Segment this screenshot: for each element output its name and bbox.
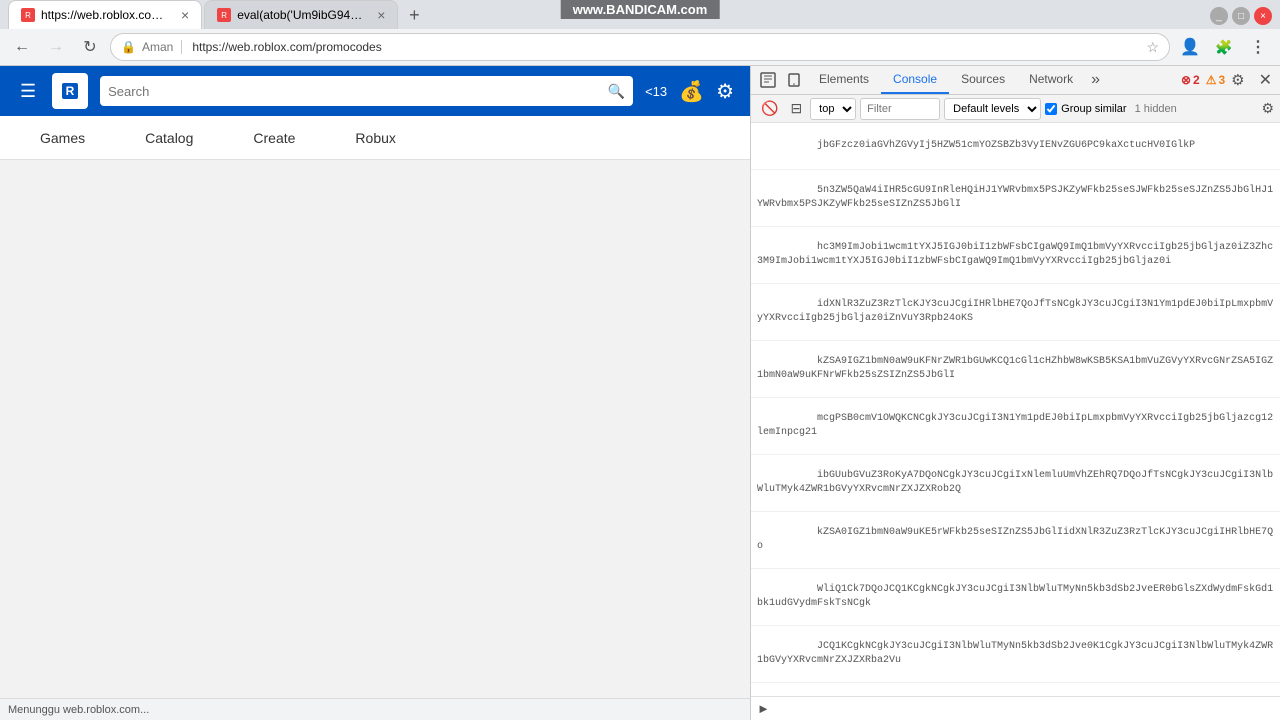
roblox-subnav: Games Catalog Create Robux [0,116,750,160]
tab-inactive[interactable]: R eval(atob('Um9ibG94LKh... × [204,0,398,29]
device-toolbar-btn[interactable] [781,67,807,93]
tab-sources[interactable]: Sources [949,66,1017,94]
address-bar: ← → ↻ 🔒 Aman https://web.roblox.com/prom… [0,29,1280,65]
tab-close-2[interactable]: × [377,7,385,23]
warn-badge: ⚠ 3 [1206,73,1225,87]
menu-button[interactable]: ⋮ [1244,33,1272,61]
roblox-navbar: ☰ R 🔍 <13 💰 ⚙ [0,66,750,116]
log-level-selector[interactable]: Default levels [944,98,1041,120]
encoded-output-line-4: idXNlR3ZuZ3RzTlcKJY3cuJCgiIHRlbHE7QoJfTs… [751,284,1280,341]
nav-games[interactable]: Games [40,130,85,146]
tab-active[interactable]: R https://web.roblox.com/... × [8,0,202,29]
error-count: 2 [1193,73,1200,87]
address-text: https://web.roblox.com/promocodes [192,40,1140,54]
search-input[interactable] [108,84,602,99]
tab-console[interactable]: Console [881,66,949,94]
encoded-output-line-2: 5n3ZW5QaW4iIHR5cGU9InRleHQiHJ1YWRvbmx5PS… [751,170,1280,227]
profile-button[interactable]: 👤 [1176,33,1204,61]
error-badge: ⊗ 2 [1181,73,1200,87]
search-box[interactable]: 🔍 [100,76,633,106]
encoded-output-line-9: WliQ1Ck7DQoJCQ1KCgkNCgkJY3cuJCgiI3NlbWlu… [751,569,1280,626]
browser-chrome: R https://web.roblox.com/... × R eval(at… [0,0,1280,66]
console-prompt: ► [757,701,770,716]
warn-count: 3 [1218,73,1225,87]
svg-text:R: R [66,84,75,98]
roblox-logo-svg: R [58,79,82,103]
console-toolbar: 🚫 ⊟ top Default levels Group similar 1 h… [751,95,1280,123]
devtools-status: ⊗ 2 ⚠ 3 ⚙ ✕ [1181,66,1276,94]
forward-button[interactable]: → [42,33,70,61]
error-icon: ⊗ [1181,73,1191,87]
context-selector[interactable]: top [810,98,856,120]
tab-bar: R https://web.roblox.com/... × R eval(at… [0,0,1280,29]
minimize-btn[interactable]: _ [1210,7,1228,25]
close-btn[interactable]: × [1254,7,1272,25]
encoded-output-line-11: 4dWNjZVV4ZnNtaW9uKE5rWFkb25seSIZnZS5JbGl… [751,683,1280,696]
encoded-output-line-8: kZSA0IGZ1bmN0aW9uKE5rWFkb25seSIZnZS5JbGl… [751,512,1280,569]
hidden-count: 1 hidden [1135,103,1177,115]
tab-close-1[interactable]: × [181,7,189,23]
devtools-close-btn[interactable]: ✕ [1255,66,1276,94]
roblox-page: ☰ R 🔍 <13 💰 ⚙ Games Catalog [0,66,750,720]
console-settings-btn[interactable]: ⚙ [1261,100,1274,117]
filter-input[interactable] [860,98,940,120]
encoded-output-line-10: JCQ1KCgkNCgkJY3cuJCgiI3NlbWluTMyNn5kb3dS… [751,626,1280,683]
search-icon: 🔍 [608,83,625,100]
maximize-btn[interactable]: □ [1232,7,1250,25]
tab-favicon-1: R [21,8,35,22]
more-tabs-btn[interactable]: » [1085,67,1106,93]
encoded-output-line-7: ibGUubGVuZ3RoKyA7DQoNCgkJY3cuJCgiIxNleml… [751,455,1280,512]
encoded-output-line-6: mcgPSB0cmV1OWQKCNCgkJY3cuJCgiI3N1Ym1pdEJ… [751,398,1280,455]
encoded-output-line-5: kZSA9IGZ1bmN0aW9uKFNrZWR1bGUwKCQ1cGl1cHZ… [751,341,1280,398]
reload-button[interactable]: ↻ [76,33,104,61]
nav-robux[interactable]: Robux [355,130,395,146]
roblox-logo[interactable]: R [52,73,88,109]
status-bar: Menunggu web.roblox.com... [0,698,750,720]
robux-icon[interactable]: 💰 [679,79,704,104]
new-tab-button[interactable]: + [400,1,428,29]
star-icon[interactable]: ☆ [1146,39,1159,56]
settings-icon[interactable]: ⚙ [716,79,734,104]
nav-create[interactable]: Create [253,130,295,146]
console-output: jbGFzcz0iaGVhZGVyIj5HZW51cmYOZSBZb3VyIEN… [751,123,1280,696]
devtools-settings-btn[interactable]: ⚙ [1231,71,1244,89]
devtools-tabbar: Elements Console Sources Network » ⊗ 2 ⚠… [751,66,1280,95]
tab-elements[interactable]: Elements [807,66,881,94]
encoded-text: jbGFzcz0iaGVhZGVyIj5HZW51cmYOZSBZb3VyIEN… [817,140,1195,151]
hamburger-icon[interactable]: ☰ [16,77,40,106]
status-text: Menunggu web.roblox.com... [8,704,149,716]
console-input-row: ► [751,696,1280,720]
tab-title-1: https://web.roblox.com/... [41,8,171,22]
group-similar-label[interactable]: Group similar [1045,103,1126,115]
back-button[interactable]: ← [8,33,36,61]
encoded-text-2: 5n3ZW5QaW4iIHR5cGU9InRleHQiHJ1YWRvbmx5PS… [757,185,1273,210]
warn-icon: ⚠ [1206,73,1217,87]
notification-badge[interactable]: <13 [645,84,667,99]
site-label: Aman [142,40,182,54]
roblox-main-content [0,160,750,698]
tab-network[interactable]: Network [1017,66,1085,94]
nav-catalog[interactable]: Catalog [145,130,193,146]
group-similar-checkbox[interactable] [1045,103,1057,115]
inspect-element-btn[interactable] [755,67,781,93]
group-similar-text: Group similar [1061,103,1126,115]
extensions-button[interactable]: 🧩 [1210,33,1238,61]
device-icon [786,72,802,88]
tab-title-2: eval(atob('Um9ibG94LKh... [237,8,367,22]
tab-favicon-2: R [217,8,231,22]
cursor-icon [760,72,776,88]
filter-toggle-btn[interactable]: ⊟ [786,98,806,119]
lock-icon: 🔒 [121,40,136,54]
encoded-output-line: jbGFzcz0iaGVhZGVyIj5HZW51cmYOZSBZb3VyIEN… [751,123,1280,170]
clear-console-btn[interactable]: 🚫 [757,98,782,119]
encoded-output-line-3: hc3M9ImJobi1wcm1tYXJ5IGJ0biI1zbWFsbCIgaW… [751,227,1280,284]
devtools-panel: Elements Console Sources Network » ⊗ 2 ⚠… [750,66,1280,720]
console-input[interactable] [776,702,1274,716]
